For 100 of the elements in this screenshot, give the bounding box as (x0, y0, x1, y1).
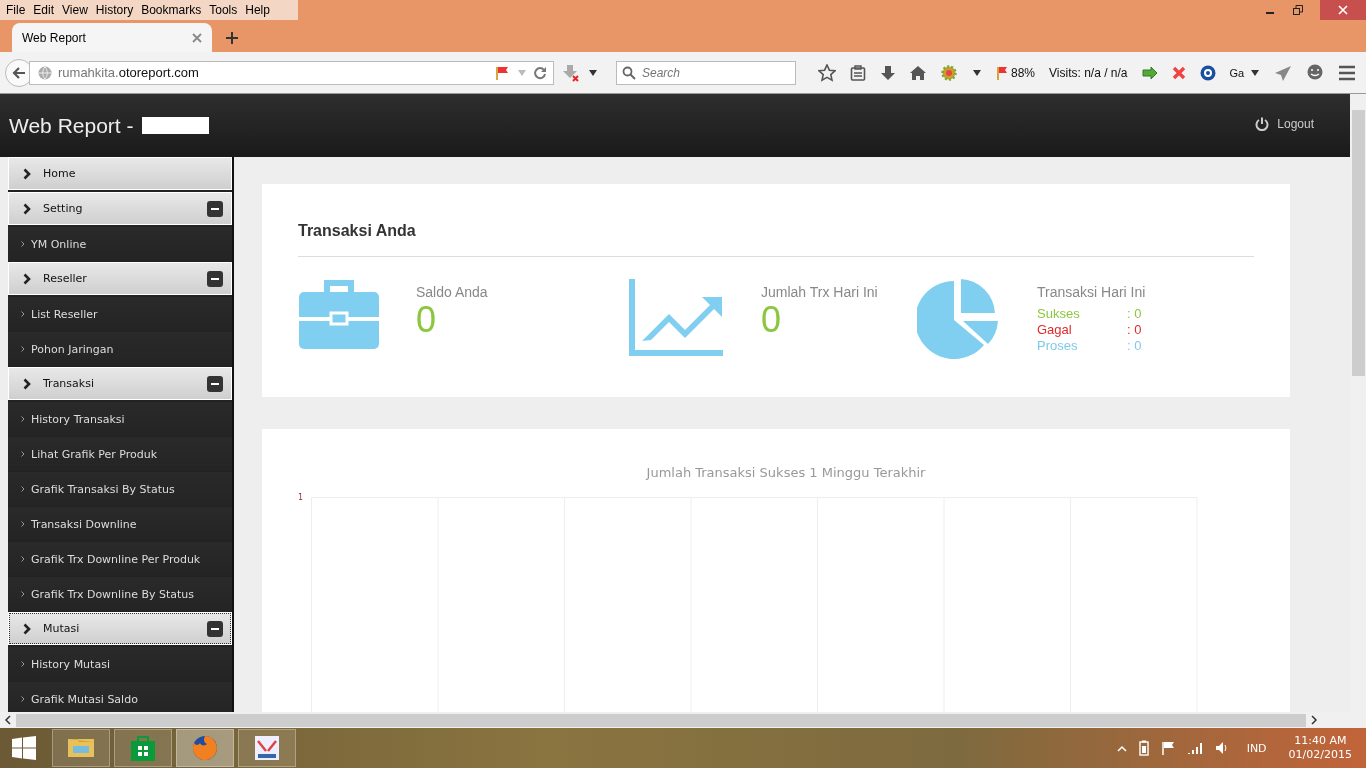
briefcase-icon (298, 279, 380, 351)
chart-title: Jumlah Transaksi Sukses 1 Minggu Terakhir (644, 465, 927, 480)
browser-tab[interactable]: Web Report (12, 23, 212, 52)
clipboard-icon[interactable] (850, 64, 866, 81)
sidebar-section[interactable]: Setting (8, 192, 232, 225)
stat-value: 0 (761, 300, 783, 340)
close-icon[interactable] (192, 32, 202, 43)
dropdown-icon (1250, 68, 1261, 77)
taskbar-app-button[interactable] (238, 729, 296, 767)
menu-item[interactable]: Help (241, 3, 274, 17)
chevron-icon (21, 346, 25, 352)
menu-item[interactable]: Edit (29, 3, 59, 17)
chevron-icon (21, 486, 25, 492)
signal-icon[interactable] (1186, 742, 1203, 754)
horizontal-scrollbar[interactable] (0, 712, 1366, 728)
collapse-button[interactable] (207, 620, 223, 637)
battery-icon[interactable] (1138, 740, 1149, 756)
store-icon (128, 733, 158, 763)
dropdown-icon[interactable] (972, 68, 982, 77)
redacted-block (141, 117, 209, 134)
chevron-icon (21, 416, 25, 422)
stat-label: Saldo Anda (416, 284, 488, 300)
chevron-icon (23, 202, 31, 215)
visits-counter: Visits: n/a / n/a (1049, 65, 1128, 80)
status-label: Sukses (1037, 306, 1081, 322)
chevron-icon (23, 167, 31, 180)
chevron-icon (21, 696, 25, 702)
status-count: : 0 (1127, 322, 1143, 338)
menu-icon[interactable] (1338, 64, 1357, 81)
arrow-icon[interactable] (1141, 65, 1158, 80)
chevron-icon (21, 451, 25, 457)
close-icon (1337, 4, 1349, 16)
status-label: Proses (1037, 338, 1079, 354)
reload-icon[interactable] (533, 65, 547, 80)
sidebar-section[interactable]: Home (8, 157, 232, 190)
trend-chart-icon (629, 279, 725, 357)
menu-item[interactable]: Bookmarks (137, 3, 206, 17)
status-count: : 0 (1127, 338, 1143, 354)
home-icon[interactable] (910, 64, 926, 81)
clock[interactable]: 11:40 AM 01/02/2015 (1288, 734, 1352, 762)
restore-icon[interactable] (1292, 4, 1304, 16)
collapse-button[interactable] (207, 200, 223, 217)
back-arrow-icon (12, 65, 26, 80)
menu-item[interactable]: Tools (205, 3, 242, 17)
card-title: Transaksi Anda (298, 221, 417, 241)
speaker-icon[interactable] (1214, 741, 1229, 755)
site-title: Web Report - (9, 113, 134, 138)
flag-icon[interactable] (1160, 741, 1175, 755)
language-button[interactable]: Ga (1229, 66, 1261, 79)
scroll-right-icon (1310, 715, 1318, 725)
axis-label: 1 (298, 493, 304, 502)
sidebar-item[interactable]: Grafik Mutasi Saldo (8, 682, 232, 712)
logout-link[interactable]: Logout (1255, 116, 1314, 131)
chevron-icon (21, 241, 25, 247)
chevron-icon (23, 622, 31, 635)
dropdown-icon[interactable] (588, 68, 598, 77)
chevron-icon (21, 311, 25, 317)
stat-value: 0 (416, 300, 438, 340)
sidebar-section[interactable]: Mutasi (8, 612, 232, 645)
flag-icon (495, 65, 511, 80)
gear-icon[interactable] (940, 63, 958, 82)
smiley-icon[interactable] (1306, 63, 1325, 82)
chevron-icon (21, 661, 25, 667)
zoom-indicator[interactable]: 88% (996, 65, 1036, 80)
chevron-up-icon[interactable] (1116, 744, 1127, 752)
chevron-icon (21, 591, 25, 597)
sidebar-section[interactable]: Reseller (8, 262, 232, 295)
stat-label: Jumlah Trx Hari Ini (761, 284, 878, 300)
new-tab-icon[interactable] (226, 32, 238, 44)
star-icon[interactable] (818, 63, 836, 82)
sidebar-section[interactable]: Transaksi (8, 367, 232, 400)
download-blocked-icon[interactable] (562, 63, 580, 82)
flag-icon (996, 65, 1008, 80)
paper-plane-icon[interactable] (1274, 64, 1293, 81)
taskbar-app-button[interactable] (176, 729, 234, 767)
address-field[interactable]: rumahkita.otoreport.com (29, 60, 554, 85)
taskbar-app-button[interactable] (114, 729, 172, 767)
collapse-button[interactable] (207, 270, 223, 287)
menu-item[interactable]: History (91, 3, 138, 17)
power-icon (1255, 116, 1270, 131)
chevron-icon (21, 556, 25, 562)
download-icon[interactable] (880, 64, 896, 81)
taskbar-app-button[interactable] (52, 729, 110, 767)
status-label: Gagal (1037, 322, 1073, 338)
stat-label: Transaksi Hari Ini (1037, 284, 1146, 300)
chevron-icon (23, 272, 31, 285)
globe-icon (38, 65, 52, 80)
collapse-button[interactable] (207, 375, 223, 392)
scroll-left-icon (4, 715, 12, 725)
pie-chart-icon (917, 279, 999, 359)
close-button[interactable] (1320, 0, 1366, 20)
chevron-icon (21, 521, 25, 527)
windows-start-icon[interactable] (12, 736, 36, 760)
status-count: : 0 (1127, 306, 1143, 322)
search-field[interactable]: Search (616, 60, 796, 85)
input-language-indicator[interactable]: IND (1246, 741, 1267, 755)
chevron-icon (23, 377, 31, 390)
cross-icon[interactable] (1171, 65, 1186, 80)
menu-item[interactable]: View (58, 3, 92, 17)
menu-item[interactable]: File (2, 3, 30, 17)
